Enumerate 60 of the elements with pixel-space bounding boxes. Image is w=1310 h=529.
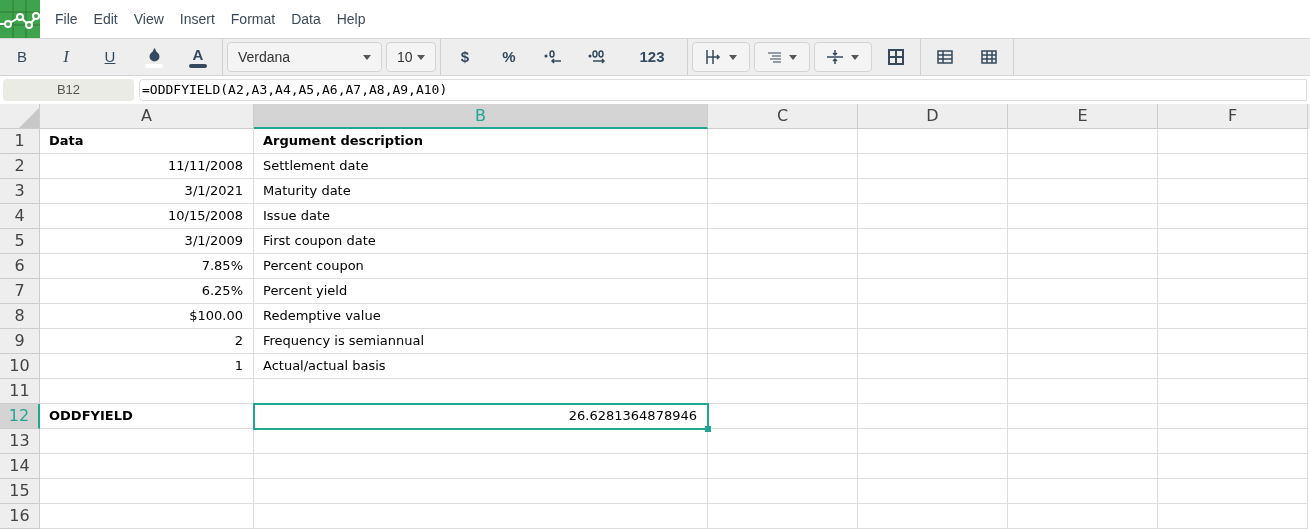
bold-button[interactable]: B: [2, 42, 42, 72]
italic-button[interactable]: I: [46, 42, 86, 72]
row-header[interactable]: 7: [0, 279, 40, 304]
table-cell[interactable]: 6.25%: [40, 279, 254, 304]
row-header[interactable]: 5: [0, 229, 40, 254]
table-cell[interactable]: $100.00: [40, 304, 254, 329]
table-cell[interactable]: Data: [40, 129, 254, 154]
table-cell[interactable]: 3/1/2021: [40, 179, 254, 204]
table-cell[interactable]: Percent coupon: [254, 254, 708, 279]
row-header[interactable]: 13: [0, 429, 40, 454]
table-cell[interactable]: First coupon date: [254, 229, 708, 254]
currency-button[interactable]: $: [445, 42, 485, 72]
table-cell[interactable]: Issue date: [254, 204, 708, 229]
row-header[interactable]: 6: [0, 254, 40, 279]
column-header[interactable]: A: [40, 104, 254, 129]
formula-input[interactable]: =ODDFYIELD(A2,A3,A4,A5,A6,A7,A8,A9,A10): [139, 79, 1307, 101]
row-header[interactable]: 15: [0, 479, 40, 504]
column-header[interactable]: D: [858, 104, 1008, 129]
column-header[interactable]: C: [708, 104, 858, 129]
text-color-button[interactable]: A: [178, 42, 218, 72]
table-cell[interactable]: 26.6281364878946: [254, 404, 708, 429]
table-cell[interactable]: ODDFYIELD: [40, 404, 254, 429]
column-header[interactable]: E: [1008, 104, 1158, 129]
table-cell[interactable]: Maturity date: [254, 179, 708, 204]
row-header[interactable]: 1: [0, 129, 40, 154]
table-cell[interactable]: Redemptive value: [254, 304, 708, 329]
menu-item[interactable]: Help: [328, 8, 374, 30]
row-header[interactable]: 16: [0, 504, 40, 529]
menu-item[interactable]: File: [47, 8, 86, 30]
row-header[interactable]: 9: [0, 329, 40, 354]
table-cell[interactable]: Argument description: [254, 129, 708, 154]
row-header[interactable]: 2: [0, 154, 40, 179]
percent-button[interactable]: %: [489, 42, 529, 72]
row-header[interactable]: 4: [0, 204, 40, 229]
table-cell[interactable]: Frequency is semiannual: [254, 329, 708, 354]
table-cell[interactable]: 10/15/2008: [40, 204, 254, 229]
row-header[interactable]: 3: [0, 179, 40, 204]
table-cell[interactable]: Actual/actual basis: [254, 354, 708, 379]
table-cell[interactable]: 2: [40, 329, 254, 354]
menu-item[interactable]: Edit: [85, 8, 126, 30]
column-header[interactable]: F: [1158, 104, 1308, 129]
font-size-dropdown[interactable]: 10: [386, 42, 436, 72]
row-header[interactable]: 8: [0, 304, 40, 329]
cell-name-box[interactable]: B12: [3, 79, 134, 101]
table-cell[interactable]: 11/11/2008: [40, 154, 254, 179]
number-format-button[interactable]: 123: [621, 42, 683, 72]
font-dropdown[interactable]: Verdana: [227, 42, 382, 72]
menu-item[interactable]: View: [125, 8, 172, 30]
table-cell[interactable]: Percent yield: [254, 279, 708, 304]
table-cell[interactable]: 1: [40, 354, 254, 379]
menu-item[interactable]: Data: [283, 8, 329, 30]
row-header[interactable]: 10: [0, 354, 40, 379]
table-cell[interactable]: Settlement date: [254, 154, 708, 179]
menu-item[interactable]: Format: [222, 8, 284, 30]
row-header[interactable]: 11: [0, 379, 40, 404]
underline-button[interactable]: U: [90, 42, 130, 72]
table-cell[interactable]: 3/1/2009: [40, 229, 254, 254]
menu-item[interactable]: Insert: [171, 8, 223, 30]
table-cell[interactable]: 7.85%: [40, 254, 254, 279]
row-header[interactable]: 14: [0, 454, 40, 479]
